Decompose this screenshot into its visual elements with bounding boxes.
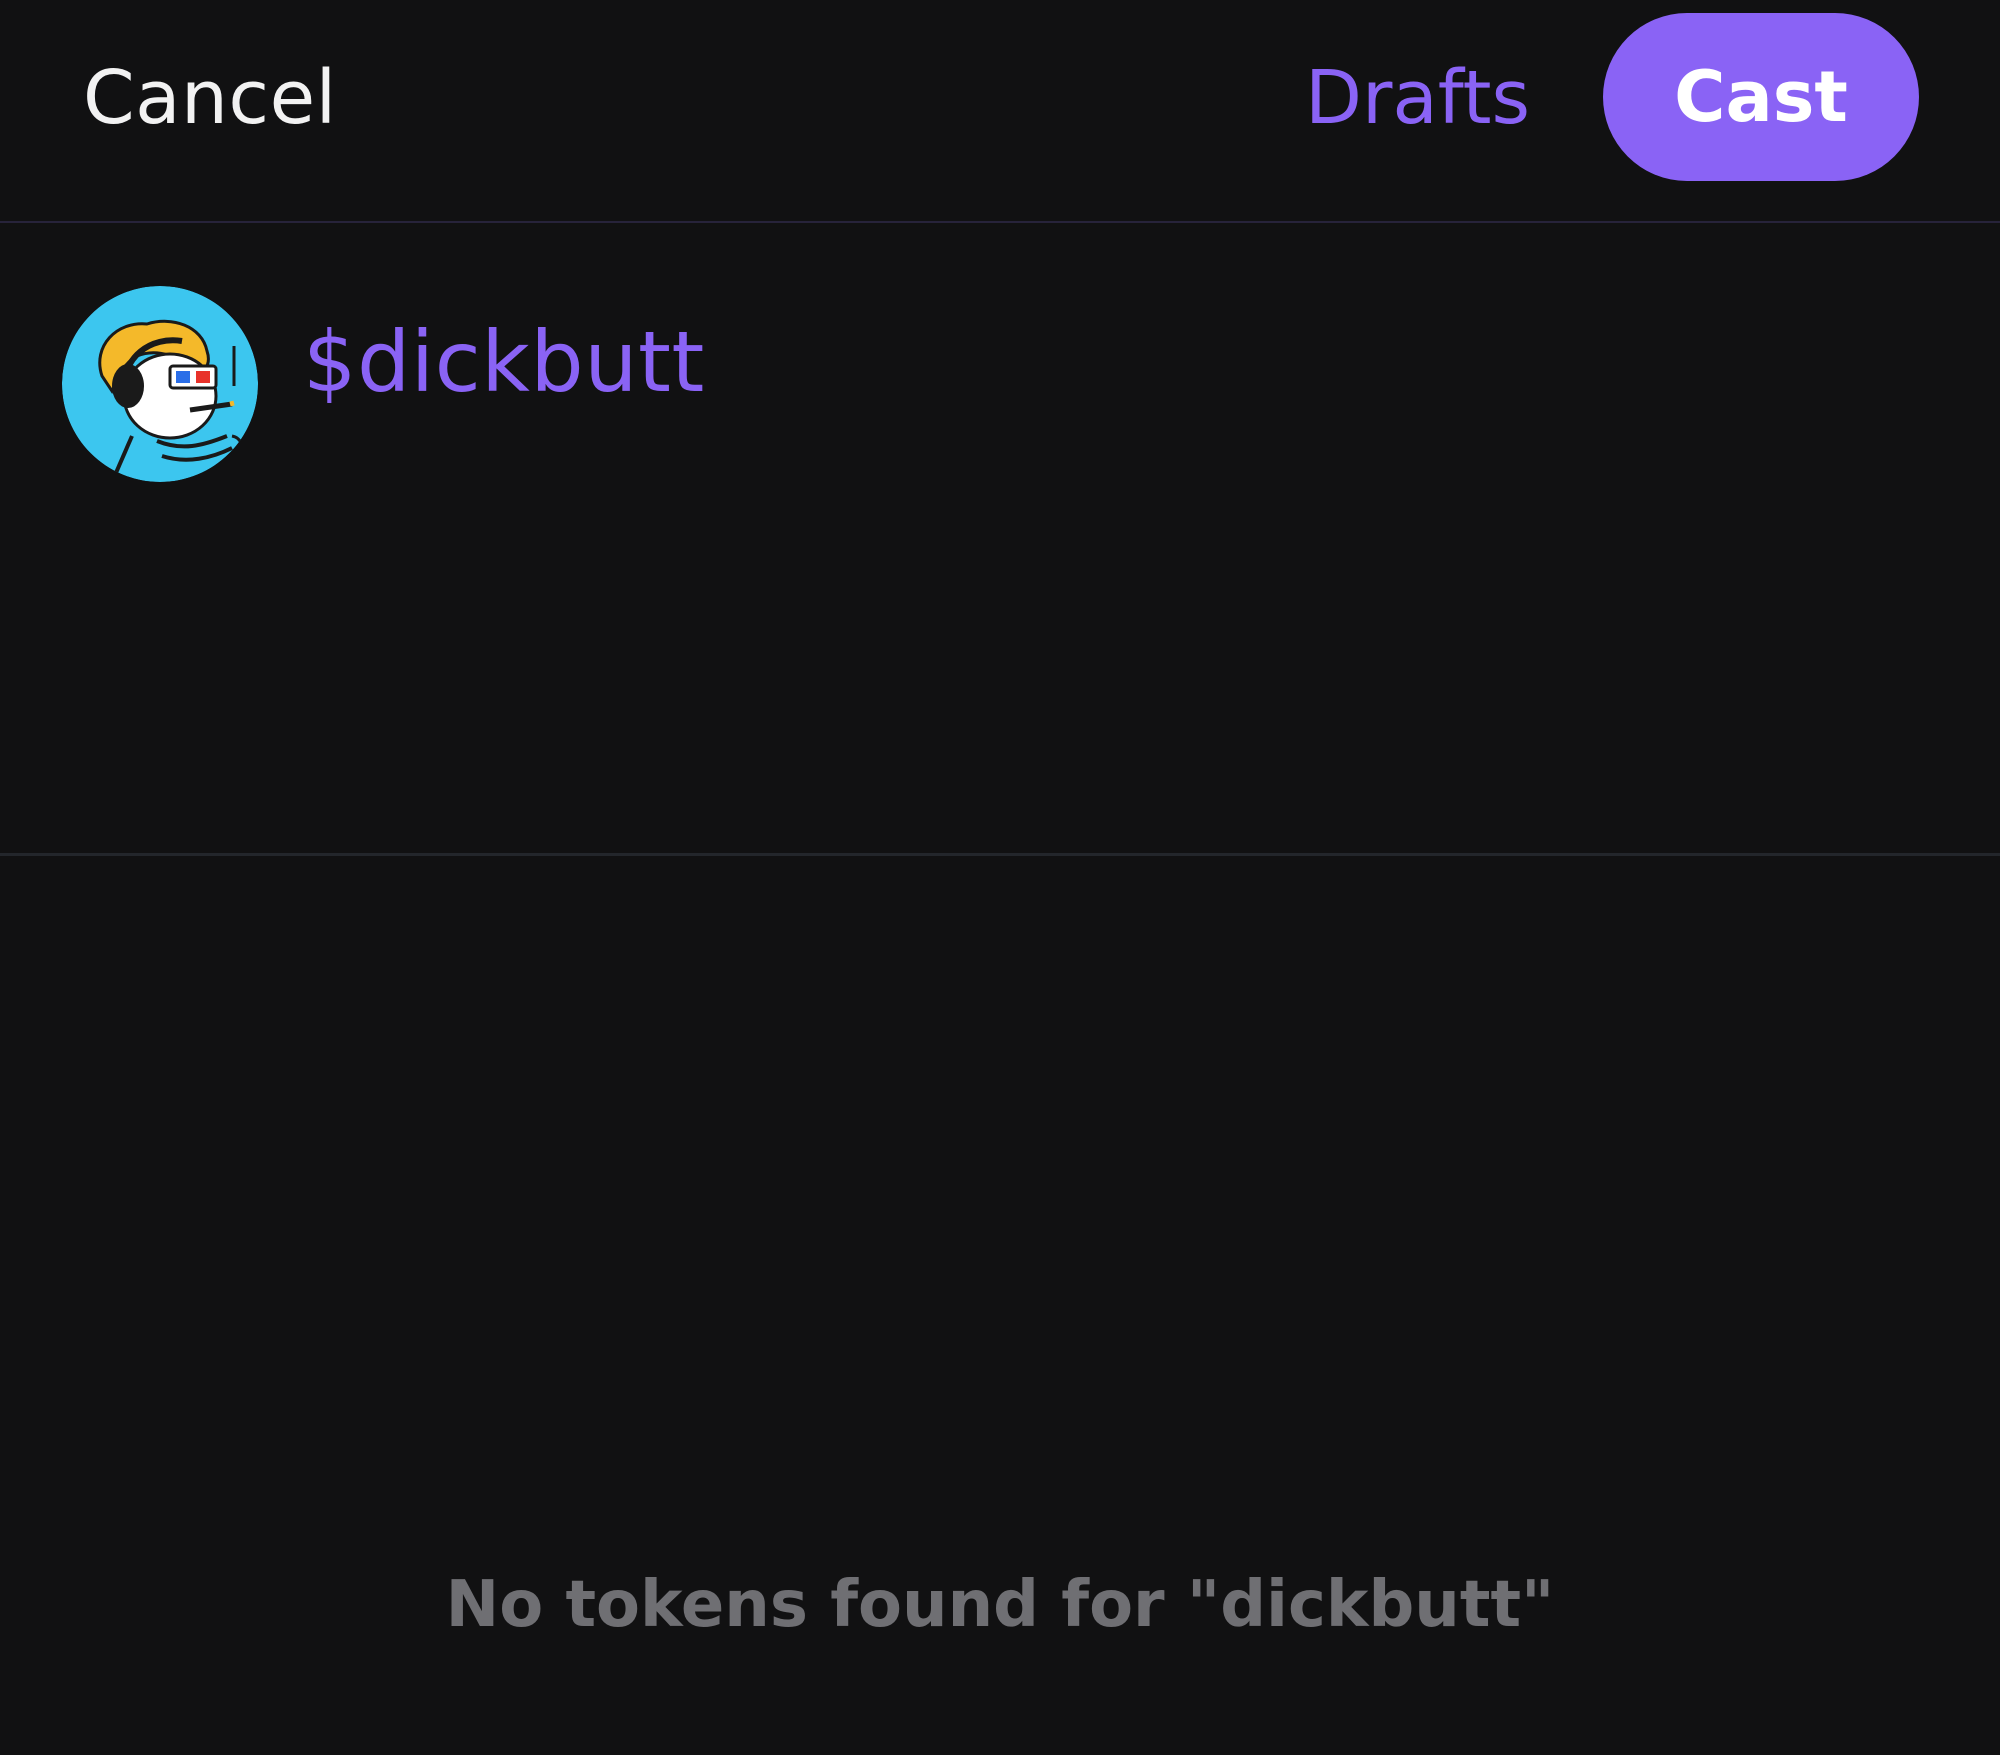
composer-divider — [0, 853, 2000, 856]
empty-results-message: No tokens found for "dickbutt" — [445, 1568, 1555, 1642]
compose-header: Cancel Drafts Cast — [0, 0, 2000, 222]
composer-area: $dickbutt — [0, 223, 2000, 853]
drafts-button[interactable]: Drafts — [1305, 55, 1530, 141]
compose-screen: Cancel Drafts Cast $dickbutt No tokens f… — [0, 0, 2000, 1755]
cast-button[interactable]: Cast — [1603, 13, 1919, 181]
compose-text[interactable]: $dickbutt — [303, 313, 705, 411]
cancel-button[interactable]: Cancel — [83, 55, 337, 141]
avatar[interactable] — [62, 286, 258, 482]
cartoon-avatar-icon — [62, 286, 258, 482]
